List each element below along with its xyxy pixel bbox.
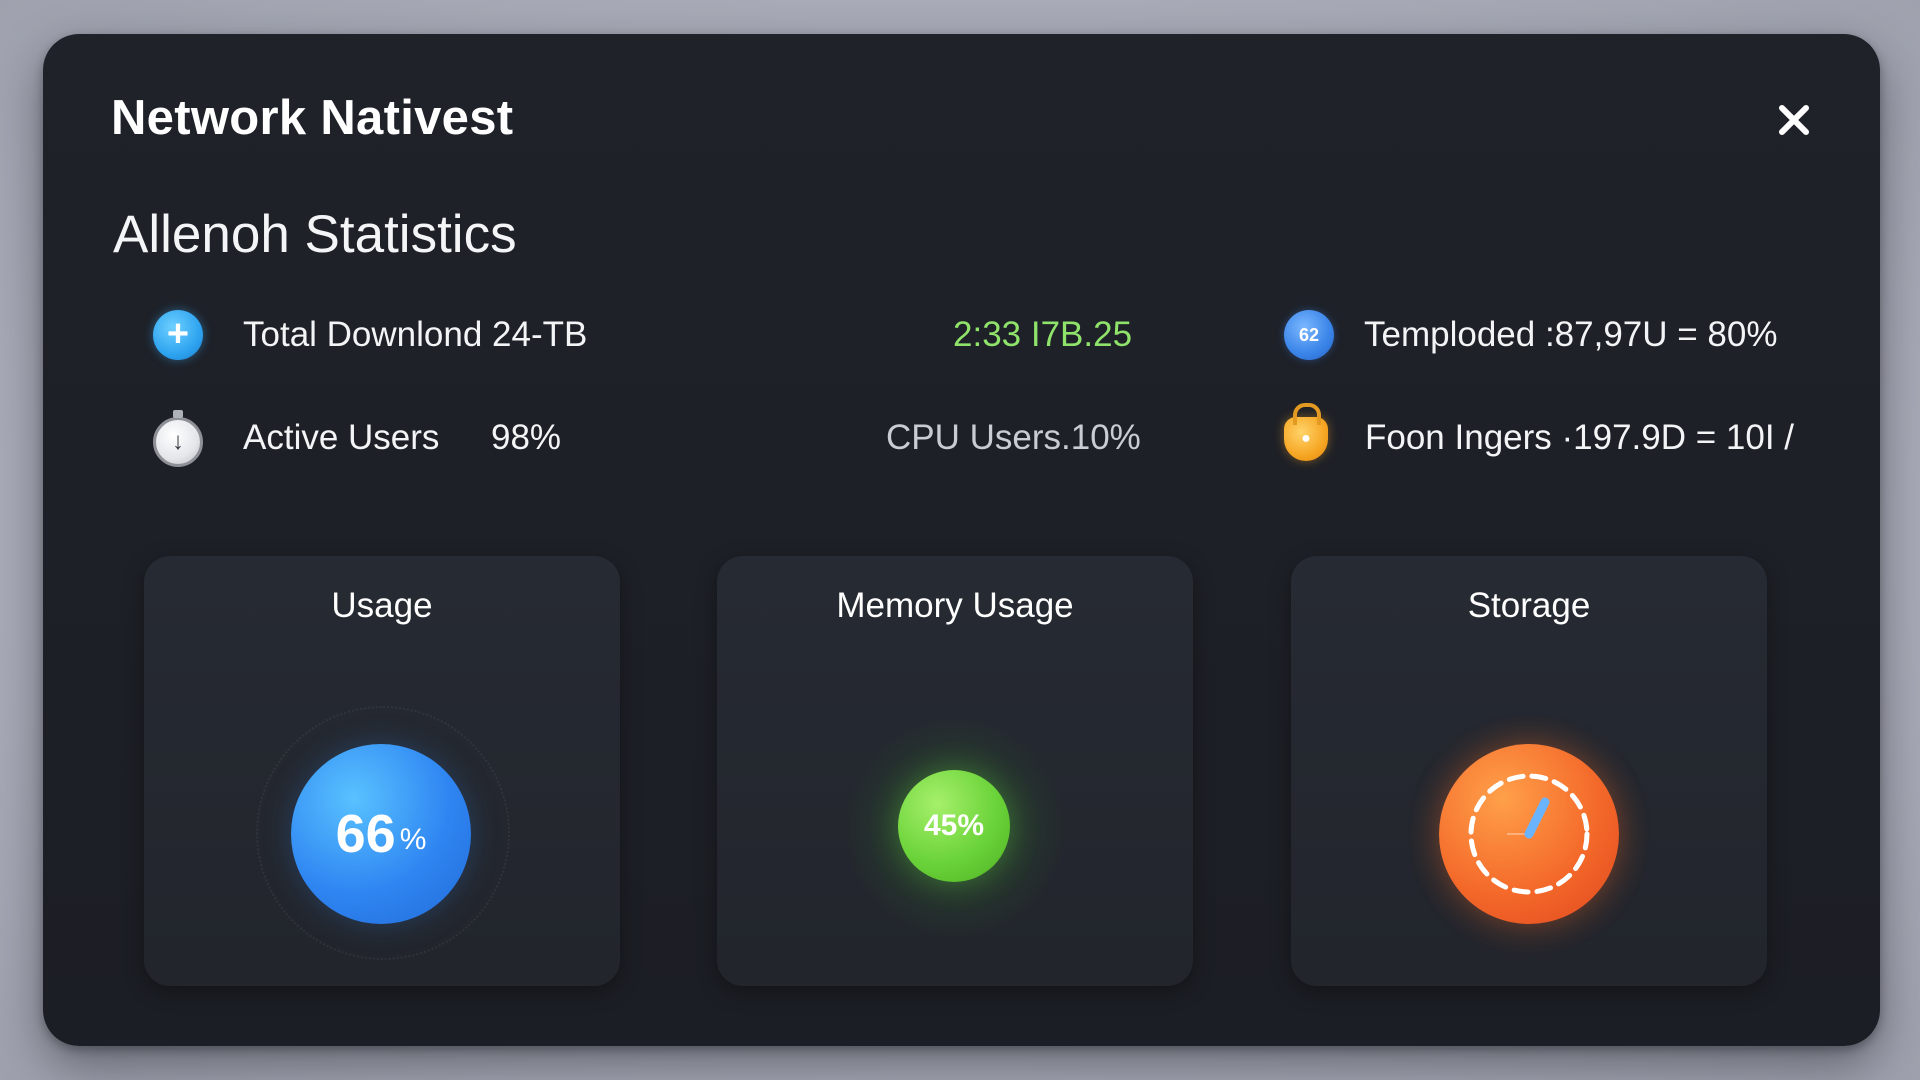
close-button[interactable] <box>1766 92 1822 148</box>
memory-usage-card-title: Memory Usage <box>836 586 1074 625</box>
section-title: Allenoh Statistics <box>113 205 517 264</box>
stopwatch-icon: ↓ <box>153 410 203 467</box>
lock-icon: ● <box>1284 403 1328 461</box>
stats-row-2: ↓ Active Users 98% CPU Users.10% ● Foon … <box>43 403 1880 473</box>
cpu-users-stat: CPU Users.10% <box>886 418 1141 457</box>
uploaded-stat: Temploded :87,97U = 80% <box>1364 315 1778 354</box>
usage-card[interactable]: Usage 66% <box>144 556 620 986</box>
memory-usage-gauge-value: 45% <box>923 809 985 842</box>
memory-usage-card[interactable]: Memory Usage 45% <box>717 556 1193 986</box>
active-users-label: Active Users <box>243 418 440 457</box>
badge-icon: 62 <box>1284 310 1334 360</box>
statistics-dialog: Network Nativest Allenoh Statistics + To… <box>43 34 1880 1046</box>
dial-icon <box>1468 773 1590 895</box>
storage-card[interactable]: Storage <box>1291 556 1767 986</box>
memory-usage-gauge: 45% <box>898 770 1010 882</box>
plus-icon[interactable]: + <box>153 310 203 360</box>
download-time-stat: 2:33 I7B.25 <box>953 315 1133 354</box>
usage-card-title: Usage <box>331 586 433 625</box>
dialog-title: Network Nativest <box>111 91 514 145</box>
usage-gauge: 66% <box>291 744 471 924</box>
usage-gauge-value: 66 <box>335 804 396 864</box>
foon-ingers-stat: Foon Ingers ·197.9D = 10I / <box>1365 418 1795 457</box>
storage-card-title: Storage <box>1467 586 1591 625</box>
badge-count: 62 <box>1298 324 1320 345</box>
storage-gauge <box>1439 744 1619 924</box>
stats-row-1: + Total Downlond 24-TB 2:33 I7B.25 62 Te… <box>43 300 1880 370</box>
usage-gauge-unit: % <box>399 823 427 856</box>
total-downloaded-stat: Total Downlond 24-TB <box>243 315 588 354</box>
active-users-value: 98% <box>491 418 562 457</box>
